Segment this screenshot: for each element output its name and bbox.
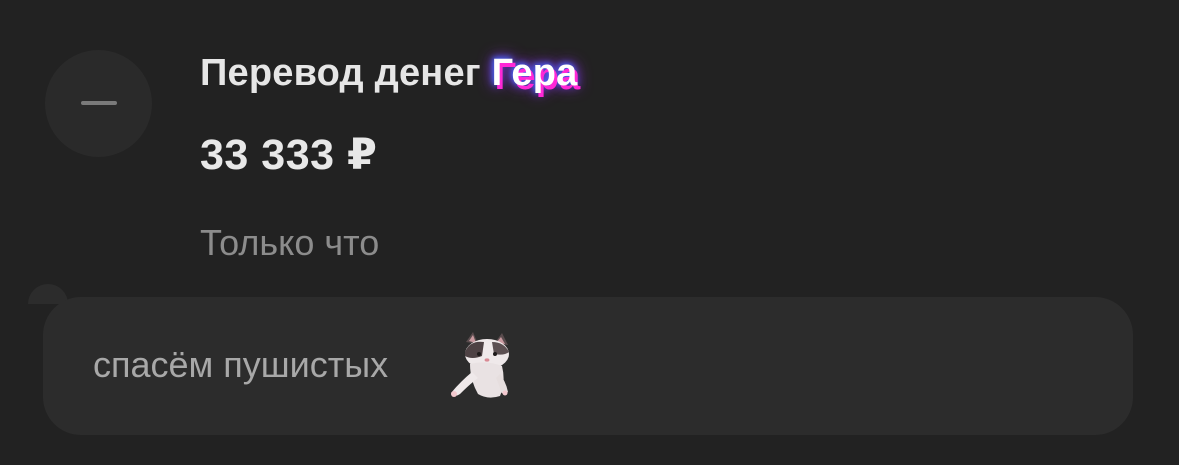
transfer-title-label: Перевод денег [200,52,481,94]
transfer-title: Перевод денег Гера [200,52,577,95]
transfer-amount: 33 333 ₽ [200,131,378,179]
cat-sticker-icon [451,332,509,398]
minus-icon [81,101,117,105]
avatar[interactable] [45,50,152,157]
message-text: спасём пушистых [93,344,389,385]
transfer-card: Перевод денег Гера 33 333 ₽ Только что с… [0,0,1179,465]
transfer-timestamp: Только что [200,222,380,263]
recipient-name[interactable]: Гера [492,52,578,94]
